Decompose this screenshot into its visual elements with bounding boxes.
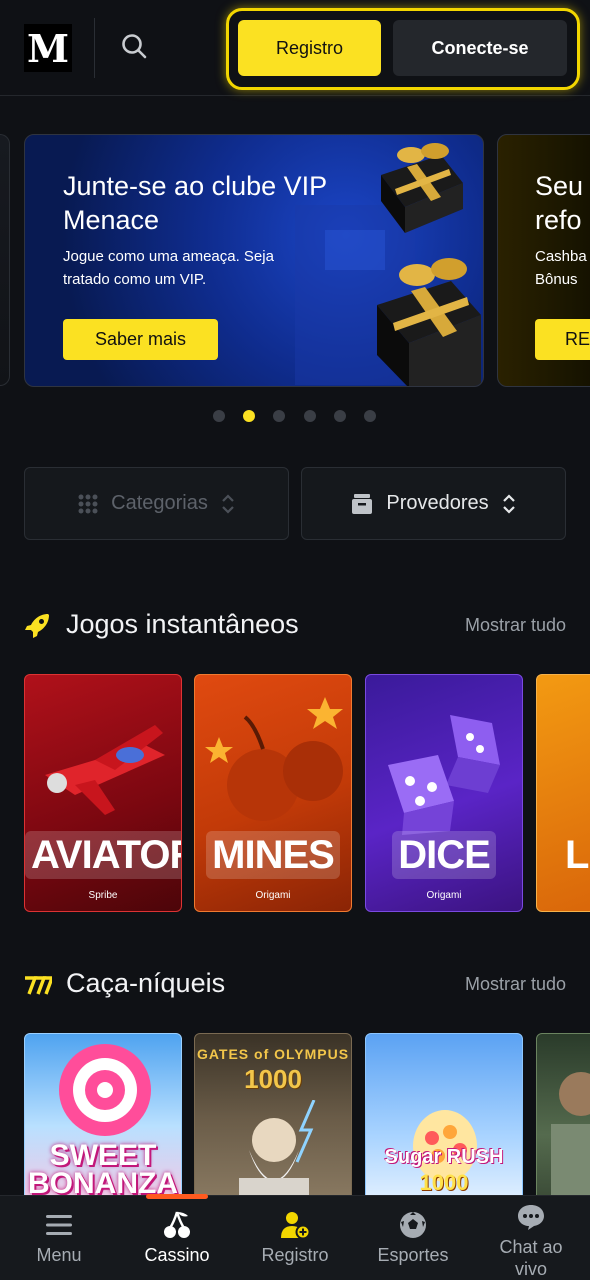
game-card-gates-of-olympus[interactable]: GATES of OLYMPUS 1000 xyxy=(194,1033,352,1203)
game-title: GATES of OLYMPUS xyxy=(196,1046,350,1062)
game-card-mines[interactable]: MINES Origami xyxy=(194,674,352,912)
banner-subtitle: Jogue como uma ameaça. Seja tratado como… xyxy=(63,248,274,288)
banner2-subtitle: Cashba Bônus xyxy=(535,248,587,288)
show-all-link[interactable]: Mostrar tudo xyxy=(465,974,566,995)
game-provider: Origami xyxy=(426,890,462,901)
bottom-navigation: Menu Cassino Registro Esportes Chat ao v… xyxy=(0,1194,590,1280)
rocket-icon xyxy=(25,614,49,638)
nav-register[interactable]: Registro xyxy=(236,1196,354,1280)
bomb-icon xyxy=(205,697,343,821)
game-title: Sugar RUSH xyxy=(384,1146,504,1168)
top-header: M Registro Conecte-se xyxy=(0,0,590,96)
banner2-cta-button[interactable]: RE xyxy=(535,319,590,360)
zeus-icon xyxy=(239,1100,316,1202)
categories-label: Categorias xyxy=(111,492,208,514)
banner2-title: Seu refo xyxy=(535,171,584,235)
providers-label: Provedores xyxy=(386,492,489,514)
game-card-sugar-rush[interactable]: Sugar RUSH 1000 xyxy=(365,1033,523,1203)
nav-casino[interactable]: Cassino xyxy=(118,1196,236,1280)
carousel-dot[interactable] xyxy=(304,410,316,422)
show-all-link[interactable]: Mostrar tudo xyxy=(465,615,566,636)
gift-box-icon xyxy=(377,258,481,386)
hamburger-icon xyxy=(44,1210,74,1240)
airplane-icon xyxy=(45,725,165,815)
game-card-partial[interactable]: L xyxy=(536,674,590,912)
nav-menu[interactable]: Menu xyxy=(0,1196,118,1280)
nav-label: Menu xyxy=(36,1245,82,1265)
vip-club-banner[interactable]: Junte-se ao clube VIP Menace Jogue como … xyxy=(24,134,484,387)
sevens-icon xyxy=(25,976,52,995)
carousel-pagination xyxy=(0,408,590,424)
lollipop-icon xyxy=(59,1044,151,1136)
nav-label: Cassino xyxy=(144,1245,210,1265)
nav-live-chat[interactable]: Chat ao vivo xyxy=(472,1196,590,1280)
game-title: DICE xyxy=(366,831,522,879)
categories-dropdown[interactable]: Categorias xyxy=(24,467,289,540)
header-divider xyxy=(94,18,95,78)
instant-games-header: Jogos instantâneos Mostrar tudo xyxy=(24,605,566,645)
providers-dropdown[interactable]: Provedores xyxy=(301,467,566,540)
section-title: Caça-níqueis xyxy=(66,968,226,998)
box-icon xyxy=(352,493,373,514)
game-title: AVIATOR xyxy=(25,831,181,879)
soccer-ball-icon xyxy=(398,1210,428,1240)
game-subtitle: 1000 xyxy=(244,1064,302,1094)
carousel-dot[interactable] xyxy=(334,410,346,422)
chevron-updown-icon xyxy=(502,493,515,514)
carousel-dot[interactable] xyxy=(213,410,225,422)
nav-label: Chat ao vivo xyxy=(499,1237,563,1279)
carousel-dot[interactable] xyxy=(273,410,285,422)
gift-box-icon xyxy=(381,143,463,233)
nav-sports[interactable]: Esportes xyxy=(354,1196,472,1280)
game-card-partial[interactable] xyxy=(536,1033,590,1203)
cherry-icon xyxy=(162,1210,192,1240)
cashback-banner[interactable]: Seu refo Cashba Bônus RE xyxy=(497,134,590,387)
game-title: SWEET BONANZA xyxy=(28,1139,178,1200)
game-title: L xyxy=(565,833,589,877)
grid-icon xyxy=(78,494,98,513)
slots-header: Caça-níqueis Mostrar tudo xyxy=(24,964,566,1004)
nav-label: Registro xyxy=(261,1245,329,1265)
login-button[interactable]: Conecte-se xyxy=(393,20,567,76)
game-title: MINES xyxy=(195,831,351,879)
chevron-updown-icon xyxy=(222,493,234,514)
game-art xyxy=(551,1072,590,1202)
banner-title: Junte-se ao clube VIP Menace xyxy=(63,171,327,235)
dice-icon xyxy=(388,715,500,835)
chat-icon xyxy=(516,1202,546,1232)
search-icon[interactable] xyxy=(116,28,152,64)
user-add-icon xyxy=(280,1210,310,1240)
logo[interactable]: M xyxy=(24,24,72,72)
game-card-sweet-bonanza[interactable]: SWEET BONANZA xyxy=(24,1033,182,1203)
register-button[interactable]: Registro xyxy=(238,20,381,76)
game-provider: Origami xyxy=(255,890,291,901)
game-card-aviator[interactable]: AVIATOR Spribe xyxy=(24,674,182,912)
game-card-dice[interactable]: DICE Origami xyxy=(365,674,523,912)
section-title: Jogos instantâneos xyxy=(66,609,299,639)
learn-more-button[interactable]: Saber mais xyxy=(63,319,218,360)
game-provider: Spribe xyxy=(88,890,118,901)
carousel-dot-active[interactable] xyxy=(243,410,255,422)
nav-label: Esportes xyxy=(377,1245,449,1265)
carousel-prev-banner-edge[interactable] xyxy=(0,134,10,386)
game-subtitle: 1000 xyxy=(419,1170,469,1195)
carousel-dot[interactable] xyxy=(364,410,376,422)
